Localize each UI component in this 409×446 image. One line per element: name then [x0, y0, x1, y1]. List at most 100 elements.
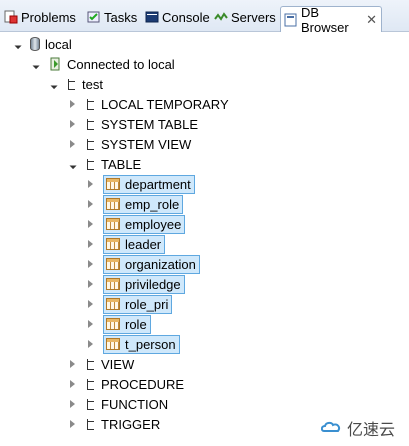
- tab-problems[interactable]: Problems: [4, 6, 76, 28]
- servers-icon: [214, 10, 228, 24]
- expand-arrow-icon[interactable]: [30, 59, 40, 69]
- collapse-arrow-icon[interactable]: [85, 179, 95, 189]
- table-row[interactable]: role: [85, 314, 151, 334]
- tree-node-local[interactable]: local: [12, 34, 72, 54]
- table-icon: [106, 298, 120, 310]
- table-name: role_pri: [125, 296, 169, 312]
- collapse-arrow-icon[interactable]: [67, 379, 77, 389]
- node-label: SYSTEM VIEW: [101, 136, 192, 152]
- node-label: VIEW: [101, 356, 135, 372]
- node-label: PROCEDURE: [101, 376, 185, 392]
- tree-node-system-table[interactable]: SYSTEM TABLE: [67, 114, 198, 134]
- tree-node-trigger[interactable]: TRIGGER: [67, 414, 160, 434]
- table-icon: [106, 178, 120, 190]
- problems-icon: [4, 10, 18, 24]
- collapse-arrow-icon[interactable]: [67, 99, 77, 109]
- tree-node-schema-test[interactable]: test: [48, 74, 103, 94]
- connection-icon: [48, 57, 62, 71]
- tree-node-function[interactable]: FUNCTION: [67, 394, 168, 414]
- table-name: emp_role: [125, 196, 180, 212]
- collapse-arrow-icon[interactable]: [85, 299, 95, 309]
- table-icon: [106, 238, 120, 250]
- collapse-arrow-icon[interactable]: [85, 259, 95, 269]
- tab-servers[interactable]: Servers: [214, 6, 276, 28]
- db-browser-tree: local Connected to local test LOCAL TEMP…: [0, 32, 409, 446]
- table-row[interactable]: role_pri: [85, 294, 173, 314]
- collapse-arrow-icon[interactable]: [67, 139, 77, 149]
- node-label: test: [82, 76, 103, 92]
- folder-icon: [85, 118, 96, 131]
- tree-node-local-temporary[interactable]: LOCAL TEMPORARY: [67, 94, 229, 114]
- table-row[interactable]: employee: [85, 214, 186, 234]
- node-label: local: [45, 36, 72, 52]
- table-icon: [106, 318, 120, 330]
- folder-icon: [85, 98, 96, 111]
- schema-icon: [66, 78, 77, 91]
- tree-node-view[interactable]: VIEW: [67, 354, 134, 374]
- tasks-icon: [87, 10, 101, 24]
- collapse-arrow-icon[interactable]: [85, 339, 95, 349]
- table-name: employee: [125, 216, 182, 232]
- tab-label: Tasks: [104, 9, 138, 25]
- collapse-arrow-icon[interactable]: [67, 119, 77, 129]
- table-row[interactable]: emp_role: [85, 194, 184, 214]
- folder-icon: [85, 418, 96, 431]
- table-name: priviledge: [125, 276, 181, 292]
- tree-node-table[interactable]: TABLE: [67, 154, 141, 174]
- table-icon: [106, 218, 120, 230]
- db-browser-icon: [284, 13, 298, 27]
- tab-console[interactable]: Console: [145, 6, 210, 28]
- expand-arrow-icon[interactable]: [12, 39, 22, 49]
- folder-icon: [85, 378, 96, 391]
- collapse-arrow-icon[interactable]: [85, 239, 95, 249]
- node-label: TABLE: [101, 156, 142, 172]
- table-row[interactable]: department: [85, 174, 195, 194]
- tree-node-system-view[interactable]: SYSTEM VIEW: [67, 134, 191, 154]
- tab-label: Problems: [21, 9, 76, 25]
- table-name: t_person: [125, 336, 176, 352]
- table-row[interactable]: t_person: [85, 334, 180, 354]
- table-name: organization: [125, 256, 196, 272]
- collapse-arrow-icon[interactable]: [67, 419, 77, 429]
- tab-db-browser[interactable]: DB Browser ✕: [280, 4, 382, 35]
- expand-arrow-icon[interactable]: [48, 79, 58, 89]
- folder-icon: [85, 398, 96, 411]
- database-icon: [30, 37, 40, 51]
- collapse-arrow-icon[interactable]: [85, 219, 95, 229]
- table-icon: [106, 278, 120, 290]
- tree-node-procedure[interactable]: PROCEDURE: [67, 374, 184, 394]
- node-label: FUNCTION: [101, 396, 169, 412]
- table-icon: [106, 338, 120, 350]
- table-name: role: [125, 316, 147, 332]
- node-label: SYSTEM TABLE: [101, 116, 199, 132]
- tab-tasks[interactable]: Tasks: [87, 6, 137, 28]
- console-icon: [145, 10, 159, 24]
- folder-icon: [85, 358, 96, 371]
- table-name: leader: [125, 236, 162, 252]
- table-icon: [106, 198, 120, 210]
- expand-arrow-icon[interactable]: [67, 159, 77, 169]
- collapse-arrow-icon[interactable]: [67, 359, 77, 369]
- collapse-arrow-icon[interactable]: [85, 199, 95, 209]
- folder-icon: [85, 158, 96, 171]
- table-icon: [106, 258, 120, 270]
- node-label: TRIGGER: [101, 416, 161, 432]
- table-name: department: [125, 176, 191, 192]
- tree-node-connection[interactable]: Connected to local: [30, 54, 175, 74]
- watermark: 亿速云: [320, 416, 395, 440]
- node-label: LOCAL TEMPORARY: [101, 96, 229, 112]
- table-row[interactable]: leader: [85, 234, 166, 254]
- tab-label: Servers: [231, 9, 276, 25]
- collapse-arrow-icon[interactable]: [67, 399, 77, 409]
- close-icon[interactable]: ✕: [366, 12, 377, 28]
- table-row[interactable]: organization: [85, 254, 200, 274]
- tab-label: Console: [162, 9, 210, 25]
- table-row[interactable]: priviledge: [85, 274, 185, 294]
- collapse-arrow-icon[interactable]: [85, 279, 95, 289]
- node-label: Connected to local: [67, 56, 175, 72]
- folder-icon: [85, 138, 96, 151]
- collapse-arrow-icon[interactable]: [85, 319, 95, 329]
- tab-label: DB Browser: [301, 4, 349, 35]
- view-tab-bar: Problems Tasks Console Servers DB Browse…: [0, 0, 409, 35]
- watermark-text: 亿速云: [346, 422, 395, 439]
